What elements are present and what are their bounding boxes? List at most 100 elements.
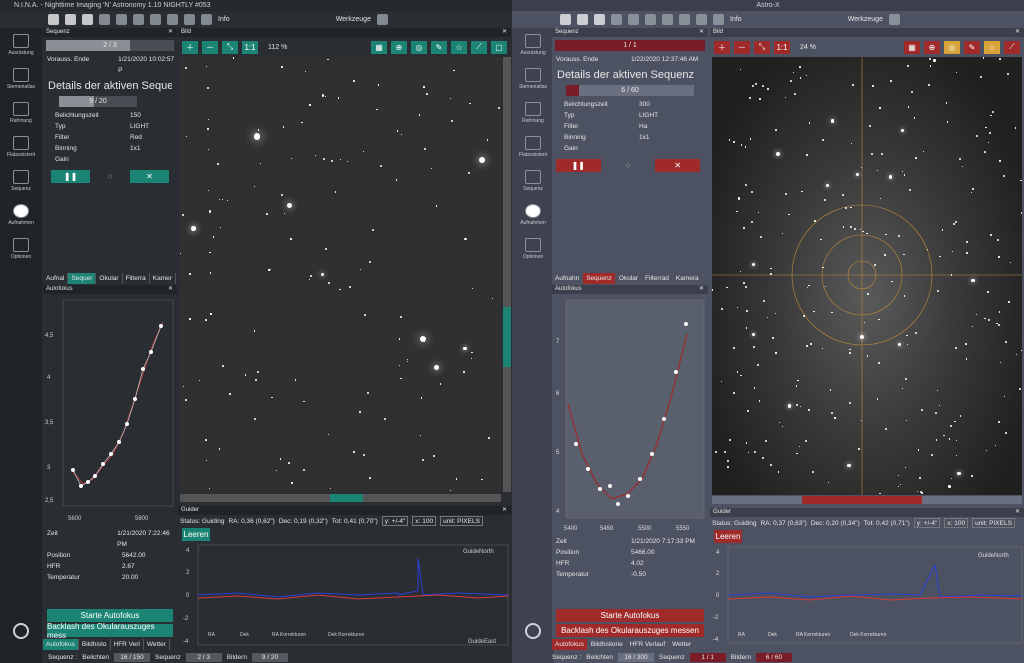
focuser-icon[interactable] bbox=[594, 14, 605, 25]
y-scale-select[interactable]: y: +/-4" bbox=[913, 518, 941, 528]
tab-sequenz[interactable]: Sequer bbox=[68, 273, 97, 284]
close-icon[interactable]: ✕ bbox=[168, 285, 173, 294]
filterwheel-icon[interactable] bbox=[577, 14, 588, 25]
sidebar-item-framing[interactable]: Rahmung bbox=[0, 96, 42, 130]
pause-button[interactable]: ❚❚ bbox=[556, 159, 601, 172]
telescope-icon[interactable] bbox=[628, 14, 639, 25]
zoom-in-icon[interactable]: ＋ bbox=[182, 40, 198, 54]
switch-icon[interactable] bbox=[662, 14, 673, 25]
tab-bildhistorie[interactable]: Bildhistorie bbox=[588, 639, 627, 650]
star-image[interactable] bbox=[180, 57, 501, 492]
guider-icon[interactable] bbox=[645, 14, 656, 25]
tab-aufnahme[interactable]: Aufnahn bbox=[552, 273, 584, 284]
chart-icon[interactable] bbox=[184, 14, 195, 25]
tab-wetter[interactable]: Wetter bbox=[144, 639, 170, 650]
sidebar-item-imaging[interactable]: Aufnahmen bbox=[512, 198, 554, 232]
rotator-icon[interactable] bbox=[99, 14, 110, 25]
fit-icon[interactable]: ⤡ bbox=[754, 40, 770, 54]
close-icon[interactable]: ✕ bbox=[502, 28, 507, 37]
tools-icon[interactable] bbox=[888, 14, 900, 25]
sidebar-item-sequence[interactable]: Sequenz bbox=[512, 164, 554, 198]
switch-icon[interactable] bbox=[150, 14, 161, 25]
crop-icon[interactable]: ▢ bbox=[491, 40, 507, 54]
sidebar-item-sequence[interactable]: Sequenz bbox=[0, 164, 42, 198]
wand-icon[interactable]: ⟋ bbox=[1004, 40, 1020, 54]
x-scale-select[interactable]: x: 100 bbox=[412, 516, 437, 526]
tab-bildhisto[interactable]: Bildhisto bbox=[79, 639, 111, 650]
sidebar-item-equipment[interactable]: Ausrüstung bbox=[0, 28, 42, 62]
telescope-icon[interactable] bbox=[116, 14, 127, 25]
nebula-image[interactable] bbox=[712, 57, 1022, 495]
focuser-icon[interactable] bbox=[82, 14, 93, 25]
tools-icon[interactable] bbox=[376, 14, 388, 25]
tab-okular[interactable]: Okular bbox=[616, 273, 643, 284]
start-autofocus-button[interactable]: Starte Autofokus bbox=[47, 609, 173, 622]
y-scale-select[interactable]: y: +/-4" bbox=[381, 516, 409, 526]
x-scale-select[interactable]: x: 100 bbox=[944, 518, 969, 528]
tab-kamera[interactable]: Kamer bbox=[150, 273, 176, 284]
tab-filterrad[interactable]: Filterrad bbox=[642, 273, 673, 284]
sidebar-item-framing[interactable]: Rahmung bbox=[512, 96, 554, 130]
cancel-button[interactable]: ✕ bbox=[129, 170, 170, 183]
sidebar-item-skyatlas[interactable]: Sternenatlas bbox=[512, 62, 554, 96]
backlash-button[interactable]: Backlash des Okularauszuges mess bbox=[47, 622, 173, 640]
guider-icon[interactable] bbox=[133, 14, 144, 25]
close-icon[interactable]: ✕ bbox=[699, 28, 704, 37]
tab-filterrad[interactable]: Filterra bbox=[123, 273, 150, 284]
crosshair-icon[interactable]: ⊕ bbox=[924, 40, 940, 54]
zoom-one-button[interactable]: 1:1 bbox=[774, 40, 790, 54]
weather-icon[interactable] bbox=[167, 14, 178, 25]
sidebar-item-options[interactable]: Optionen bbox=[0, 232, 42, 266]
sidebar-item-flatwizard[interactable]: Flatassistent bbox=[512, 130, 554, 164]
star-icon[interactable]: ☆ bbox=[984, 40, 1000, 54]
sidebar-item-options[interactable]: Optionen bbox=[512, 232, 554, 266]
werkzeuge-label[interactable]: Werkzeuge bbox=[336, 16, 371, 23]
sidebar-item-flatwizard[interactable]: Flatassistent bbox=[0, 130, 42, 164]
sidebar-item-skyatlas[interactable]: Sternenatlas bbox=[0, 62, 42, 96]
close-icon[interactable]: ✕ bbox=[699, 285, 704, 294]
close-icon[interactable]: ✕ bbox=[1015, 28, 1020, 37]
zoom-out-icon[interactable]: － bbox=[734, 40, 750, 54]
clear-button[interactable]: Leeren bbox=[182, 528, 210, 541]
power-icon[interactable] bbox=[13, 623, 29, 639]
unit-select[interactable]: unit: PIXELS bbox=[440, 516, 483, 526]
werkzeuge-label[interactable]: Werkzeuge bbox=[848, 16, 883, 23]
weather-icon[interactable] bbox=[679, 14, 690, 25]
filterwheel-icon[interactable] bbox=[65, 14, 76, 25]
sidebar-item-imaging[interactable]: Aufnahmen bbox=[0, 198, 42, 232]
tab-wetter[interactable]: Wetter bbox=[669, 639, 696, 650]
wand-icon[interactable]: ⟋ bbox=[471, 40, 487, 54]
vertical-scrollbar[interactable] bbox=[503, 57, 511, 492]
backlash-button[interactable]: Backlash des Okularauszuges messen bbox=[556, 624, 704, 637]
stretch-icon[interactable]: ✎ bbox=[964, 40, 980, 54]
fit-icon[interactable]: ⤡ bbox=[222, 40, 238, 54]
start-autofocus-button[interactable]: Starte Autofokus bbox=[556, 609, 704, 622]
grid-icon[interactable]: ▦ bbox=[371, 40, 387, 54]
dome-icon[interactable] bbox=[201, 14, 212, 25]
stretch-icon[interactable]: ✎ bbox=[431, 40, 447, 54]
target-icon[interactable]: ◎ bbox=[944, 40, 960, 54]
zoom-in-icon[interactable]: ＋ bbox=[714, 40, 730, 54]
pause-button[interactable]: ❚❚ bbox=[51, 170, 91, 183]
tab-okular[interactable]: Okular bbox=[96, 273, 123, 284]
sidebar-item-equipment[interactable]: Ausrüstung bbox=[512, 28, 554, 62]
tab-hfr[interactable]: HFR Verlauf bbox=[627, 639, 670, 650]
power-icon[interactable] bbox=[525, 623, 541, 639]
horizontal-scrollbar[interactable] bbox=[712, 496, 1022, 504]
horizontal-scrollbar[interactable] bbox=[180, 494, 501, 502]
close-icon[interactable]: ✕ bbox=[168, 28, 173, 37]
camera-icon[interactable] bbox=[48, 14, 59, 25]
tab-hfr[interactable]: HFR Verl bbox=[111, 639, 144, 650]
target-icon[interactable]: ◎ bbox=[411, 40, 427, 54]
tab-sequenz[interactable]: Sequenz bbox=[583, 273, 616, 284]
tab-autofokus[interactable]: Autofokus bbox=[552, 639, 588, 650]
unit-select[interactable]: unit: PIXELS bbox=[972, 518, 1015, 528]
tab-kamera[interactable]: Kamera bbox=[673, 273, 703, 284]
tab-aufnahme[interactable]: Aufnal bbox=[43, 273, 69, 284]
grid-icon[interactable]: ▦ bbox=[904, 40, 920, 54]
info-label[interactable]: Info bbox=[218, 16, 230, 23]
crosshair-icon[interactable]: ⊕ bbox=[391, 40, 407, 54]
zoom-out-icon[interactable]: － bbox=[202, 40, 218, 54]
close-icon[interactable]: ✕ bbox=[1015, 508, 1020, 517]
close-icon[interactable]: ✕ bbox=[502, 506, 507, 515]
